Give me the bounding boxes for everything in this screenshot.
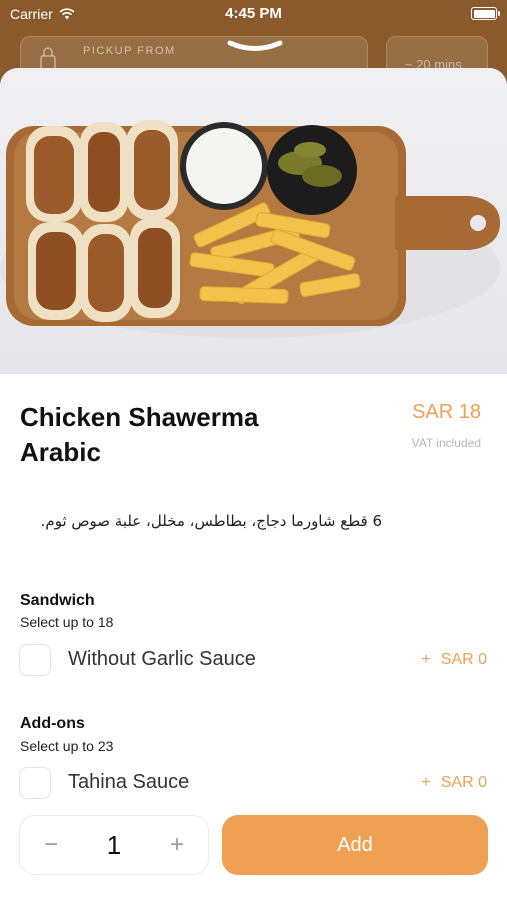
add-to-cart-button[interactable]: Add bbox=[222, 815, 488, 875]
option-without-garlic-sauce[interactable]: Without Garlic Sauce + SAR 0 bbox=[0, 640, 507, 680]
item-image bbox=[0, 68, 507, 374]
option-price: + SAR 0 bbox=[421, 774, 487, 792]
group-subtitle-addons: Select up to 23 bbox=[20, 738, 114, 754]
option-price: + SAR 0 bbox=[421, 651, 487, 669]
option-plus-sign: + bbox=[421, 651, 431, 668]
battery-icon bbox=[471, 7, 500, 20]
chevron-down-icon[interactable] bbox=[226, 40, 284, 52]
group-title-sandwich: Sandwich bbox=[20, 592, 95, 609]
quantity-stepper: − 1 + bbox=[19, 815, 209, 875]
status-bar: Carrier 4:45 PM bbox=[0, 0, 507, 28]
option-price-value: SAR 0 bbox=[440, 774, 487, 791]
vat-note: VAT included bbox=[411, 436, 481, 450]
item-description: 6 قطع شاورما دجاج، بطاطس، مخلل، علبة صوص… bbox=[40, 512, 382, 530]
pickup-label: PICKUP FROM bbox=[83, 45, 176, 57]
item-price: SAR 18 bbox=[412, 401, 481, 423]
status-time: 4:45 PM bbox=[225, 5, 282, 22]
option-tahina-sauce[interactable]: Tahina Sauce + SAR 0 bbox=[0, 763, 507, 803]
option-checkbox[interactable] bbox=[19, 644, 51, 676]
item-sheet: Chicken Shawerma Arabic SAR 18 VAT inclu… bbox=[0, 68, 507, 900]
group-subtitle-sandwich: Select up to 18 bbox=[20, 614, 114, 630]
item-title-line1: Chicken Shawerma bbox=[20, 402, 259, 432]
item-title: Chicken Shawerma Arabic bbox=[20, 400, 320, 470]
option-checkbox[interactable] bbox=[19, 767, 51, 799]
increase-quantity-button[interactable]: + bbox=[162, 830, 192, 860]
food-illustration bbox=[0, 120, 500, 338]
option-plus-sign: + bbox=[421, 774, 431, 791]
item-title-line2: Arabic bbox=[20, 437, 101, 467]
option-label: Tahina Sauce bbox=[68, 771, 190, 793]
option-label: Without Garlic Sauce bbox=[68, 648, 256, 670]
group-title-addons: Add-ons bbox=[20, 715, 85, 732]
option-price-value: SAR 0 bbox=[440, 651, 487, 668]
